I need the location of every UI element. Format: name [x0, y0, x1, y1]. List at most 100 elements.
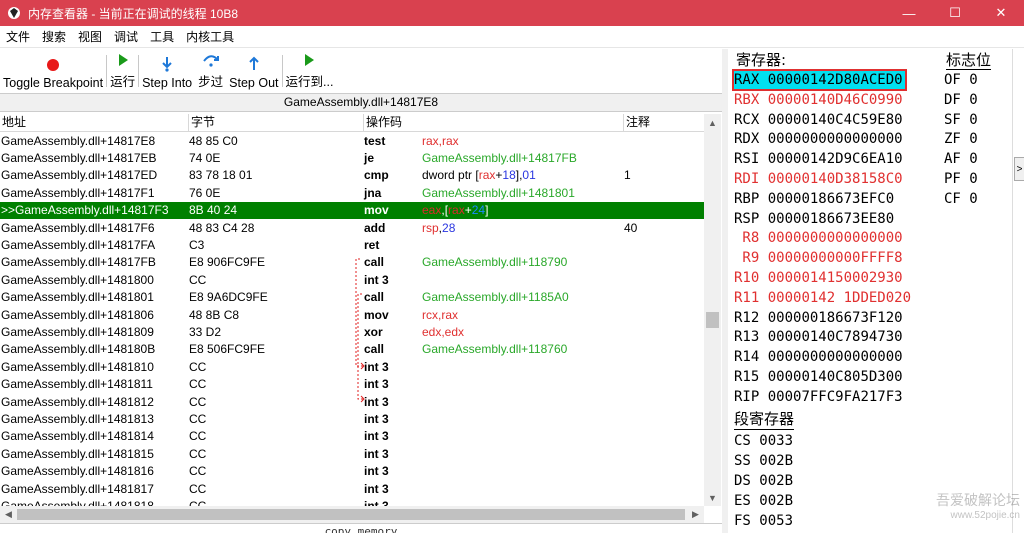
register-row[interactable]: R15 00000140C805D300: [734, 368, 903, 386]
menu-debug[interactable]: 调试: [108, 28, 144, 45]
table-row[interactable]: GameAssembly.dll+1481814 CC int 3: [0, 428, 704, 445]
operand-token: rax: [448, 203, 465, 218]
table-row[interactable]: GameAssembly.dll+1481815 CC int 3: [0, 445, 704, 462]
flag-name: AF: [944, 151, 961, 168]
register-name: RDI: [734, 171, 760, 187]
flag-row[interactable]: DF 0: [944, 91, 978, 109]
flag-row[interactable]: PF 0: [944, 170, 978, 188]
segment-row[interactable]: FS 0053: [734, 511, 793, 531]
bytes-cell: CC: [189, 272, 207, 287]
table-row[interactable]: GameAssembly.dll+14817ED 83 78 18 01 cmp dw…: [0, 167, 704, 184]
register-row[interactable]: R13 00000140C7894730: [734, 328, 903, 346]
menu-view[interactable]: 视图: [72, 28, 108, 45]
step-into-button[interactable]: Step Into: [139, 49, 195, 93]
register-row[interactable]: RSI 00000142D9C6EA10: [734, 150, 903, 168]
register-row[interactable]: R8 0000000000000000: [734, 229, 903, 247]
scroll-right-arrow-icon[interactable]: ▶: [687, 506, 704, 523]
scroll-up-arrow-icon[interactable]: ▲: [704, 114, 721, 131]
vertical-scrollbar[interactable]: ▲ ▼: [704, 114, 721, 506]
close-button[interactable]: ✕: [978, 0, 1024, 26]
menu-search[interactable]: 搜索: [36, 28, 72, 45]
scroll-left-arrow-icon[interactable]: ◀: [0, 506, 17, 523]
table-row[interactable]: GameAssembly.dll+14817F6 48 83 C4 28 add rs…: [0, 219, 704, 236]
debug-toolbar: Toggle Breakpoint 运行 Step Into 步过 Step O…: [0, 49, 722, 93]
run-to-button[interactable]: 运行到...: [283, 49, 337, 93]
mnemonic-cell: ret: [364, 238, 380, 253]
flag-row[interactable]: CF 0: [944, 190, 978, 208]
horizontal-scrollbar[interactable]: ◀ ▶: [0, 506, 704, 523]
register-value: 00000000000FFFF8: [767, 250, 903, 267]
mnemonic-cell: int 3: [364, 498, 389, 506]
segment-row[interactable]: ES 002B: [734, 491, 793, 511]
table-row[interactable]: GameAssembly.dll+1481810 CC int 3: [0, 358, 704, 375]
table-row[interactable]: GameAssembly.dll+148180B E8 506FC9FE call G…: [0, 341, 704, 358]
register-row[interactable]: RBP 00000186673EFC0: [734, 190, 894, 208]
table-row[interactable]: GameAssembly.dll+14817E8 48 85 C0 test rax,…: [0, 132, 704, 149]
table-row[interactable]: GameAssembly.dll+1481818 CC int 3: [0, 497, 704, 506]
table-row[interactable]: GameAssembly.dll+1481800 CC int 3: [0, 271, 704, 288]
table-row[interactable]: GameAssembly.dll+1481812 CC int 3: [0, 393, 704, 410]
flag-value: 0: [969, 131, 978, 148]
flag-name: SF: [944, 111, 961, 128]
table-row[interactable]: GameAssembly.dll+1481816 CC int 3: [0, 462, 704, 479]
column-opcode[interactable]: 操作码: [364, 114, 624, 131]
register-row[interactable]: R10 0000014150002930: [734, 269, 903, 287]
maximize-button[interactable]: ☐: [932, 0, 978, 26]
address-cell: GameAssembly.dll+1481801: [1, 290, 154, 305]
register-name: R13: [734, 329, 760, 346]
table-row[interactable]: GameAssembly.dll+1481817 CC int 3: [0, 480, 704, 497]
scroll-down-arrow-icon[interactable]: ▼: [704, 489, 721, 506]
register-row[interactable]: RSP 00000186673EE80: [734, 210, 894, 228]
operands-cell: edx,edx: [422, 325, 624, 339]
segment-row[interactable]: SS 002B: [734, 451, 793, 471]
table-row[interactable]: GameAssembly.dll+14817EB 74 0E je GameAssem…: [0, 149, 704, 166]
column-address[interactable]: 地址: [0, 114, 189, 131]
table-row[interactable]: GameAssembly.dll+14817FA C3 ret: [0, 236, 704, 253]
step-out-button[interactable]: Step Out: [226, 49, 281, 93]
column-bytes[interactable]: 字节: [189, 114, 364, 131]
register-row[interactable]: RAX 00000142D80ACED0: [732, 69, 907, 91]
table-row[interactable]: GameAssembly.dll+1481806 48 8B C8 mov rcx,r…: [0, 306, 704, 323]
address-cell: GameAssembly.dll+1481800: [1, 272, 154, 287]
register-row[interactable]: RDX 0000000000000000: [734, 130, 903, 148]
register-row[interactable]: R11 00000142 1DDED020: [734, 289, 911, 307]
flag-name: PF: [944, 171, 961, 187]
current-instruction-row[interactable]: >>GameAssembly.dll+14817F3 8B 40 24 mov eax…: [0, 201, 704, 219]
address-cell: GameAssembly.dll+14817F6: [1, 220, 155, 235]
table-row[interactable]: GameAssembly.dll+14817FB E8 906FC9FE call G…: [0, 254, 704, 271]
flag-value: 0: [969, 91, 978, 108]
segment-row[interactable]: CS 0033: [734, 431, 793, 451]
minimize-button[interactable]: —: [886, 0, 932, 26]
table-row[interactable]: GameAssembly.dll+1481809 33 D2 xor edx,edx: [0, 323, 704, 340]
table-row[interactable]: GameAssembly.dll+1481813 CC int 3: [0, 410, 704, 427]
flag-row[interactable]: OF 0: [944, 71, 978, 89]
menu-kernel-tools[interactable]: 内核工具: [180, 28, 240, 45]
register-row[interactable]: RDI 00000140D38158C0: [734, 170, 903, 188]
step-over-button[interactable]: 步过: [195, 49, 226, 93]
register-row[interactable]: RIP 00007FFC9FA217F3: [734, 388, 903, 406]
register-row[interactable]: R9 00000000000FFFF8: [734, 249, 903, 267]
register-row[interactable]: RBX 00000140D46C0990: [734, 91, 903, 109]
column-comment[interactable]: 注释: [624, 114, 704, 131]
table-row[interactable]: GameAssembly.dll+1481811 CC int 3: [0, 375, 704, 392]
menu-tools[interactable]: 工具: [144, 28, 180, 45]
register-row[interactable]: R12 000000186673F120: [734, 309, 903, 327]
vertical-scroll-thumb[interactable]: [706, 312, 719, 328]
register-value: 0000000000000000: [767, 230, 903, 247]
register-value: 0000000000000000: [767, 349, 903, 366]
mnemonic-cell: int 3: [364, 272, 389, 287]
register-row[interactable]: RCX 00000140C4C59E80: [734, 111, 903, 129]
table-row[interactable]: GameAssembly.dll+1481801 E8 9A6DC9FE call G…: [0, 289, 704, 306]
flag-row[interactable]: ZF 0: [944, 130, 978, 148]
segment-row[interactable]: DS 002B: [734, 471, 793, 491]
run-button[interactable]: 运行: [107, 49, 138, 93]
horizontal-scroll-thumb[interactable]: [17, 509, 685, 520]
menu-file[interactable]: 文件: [0, 28, 36, 45]
expand-panel-button[interactable]: >: [1014, 157, 1024, 181]
toggle-breakpoint-button[interactable]: Toggle Breakpoint: [0, 49, 106, 93]
register-row[interactable]: R14 0000000000000000: [734, 348, 903, 366]
flag-row[interactable]: SF 0: [944, 111, 978, 129]
flag-row[interactable]: AF 0: [944, 150, 978, 168]
table-row[interactable]: GameAssembly.dll+14817F1 76 0E jna GameAsse…: [0, 184, 704, 201]
step-over-icon: [202, 55, 219, 67]
